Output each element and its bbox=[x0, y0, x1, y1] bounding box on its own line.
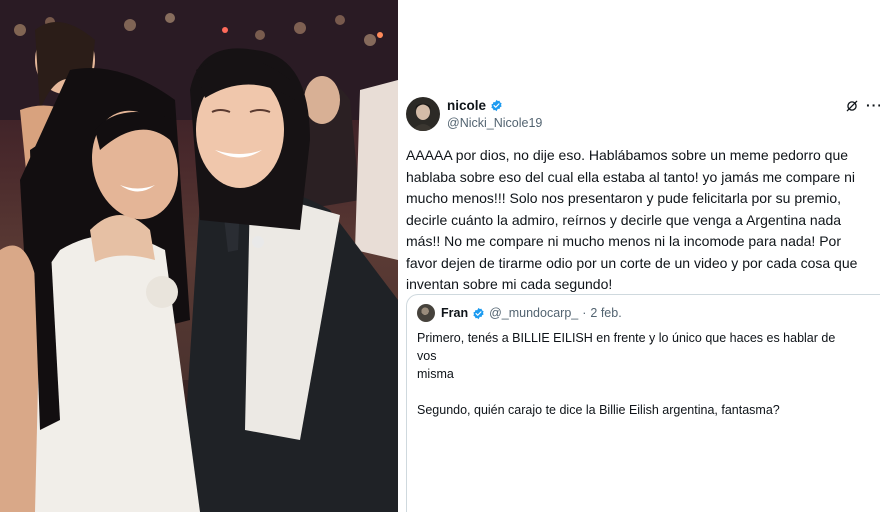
grok-icon[interactable] bbox=[845, 99, 859, 113]
user-handle[interactable]: @Nicki_Nicole19 bbox=[447, 116, 542, 130]
quoted-display-name[interactable]: Fran bbox=[441, 306, 468, 320]
tweet-body: AAAAA por dios, no dije eso. Hablábamos … bbox=[406, 147, 858, 292]
quoted-tweet-header: Fran @_mundocarp_ · 2 feb. bbox=[441, 306, 622, 320]
photo[interactable] bbox=[0, 0, 398, 512]
quoted-tweet-body: Primero, tenés a BILLIE EILISH en frente… bbox=[417, 331, 836, 417]
avatar-image bbox=[412, 103, 434, 131]
more-options-icon[interactable]: ··· bbox=[866, 98, 880, 112]
verified-badge-icon bbox=[473, 307, 484, 319]
quoted-handle[interactable]: @_mundocarp_ bbox=[489, 306, 578, 320]
display-name[interactable]: nicole bbox=[447, 98, 486, 113]
quoted-separator: · bbox=[582, 306, 587, 320]
tweet-card: nicole @Nicki_Nicole19 ··· AAAAA por dio… bbox=[398, 0, 880, 512]
display-name-row[interactable]: nicole bbox=[447, 98, 503, 113]
quoted-user-avatar[interactable] bbox=[417, 304, 435, 322]
quoted-date[interactable]: 2 feb. bbox=[590, 306, 621, 320]
user-avatar[interactable] bbox=[406, 97, 440, 131]
verified-badge-icon bbox=[491, 99, 502, 112]
photo-illustration bbox=[0, 0, 398, 512]
quoted-tweet[interactable]: Fran @_mundocarp_ · 2 feb. Primero, tené… bbox=[406, 294, 880, 512]
